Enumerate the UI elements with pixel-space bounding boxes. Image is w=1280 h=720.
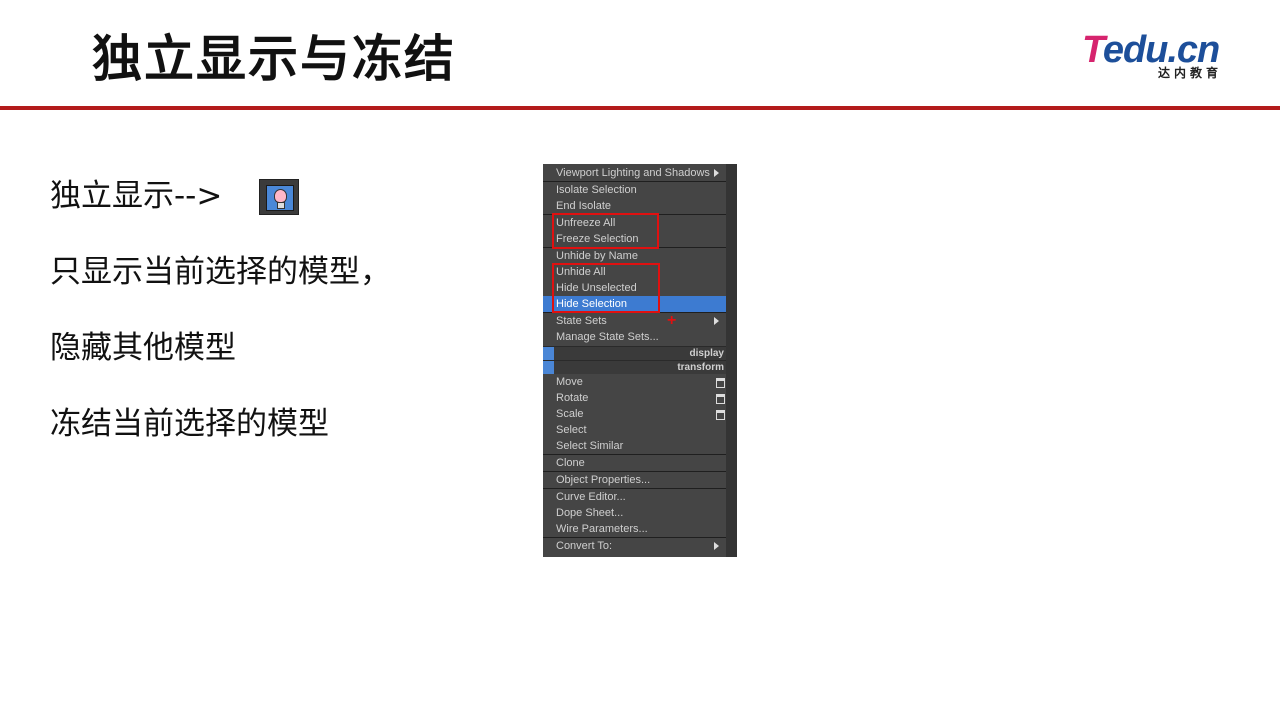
logo-subtitle: 达内教育 — [1158, 66, 1223, 80]
body-line-show-selected: 只显示当前选择的模型， — [50, 254, 391, 290]
menu-item-isolate-selection[interactable]: Isolate Selection — [543, 182, 726, 198]
menu-item-manage-state-sets[interactable]: Manage State Sets... — [543, 329, 726, 345]
slide-title: 独立显示与冻结 — [92, 30, 456, 88]
freeze-annotation-box — [552, 213, 659, 249]
menu-item-select-similar[interactable]: Select Similar — [543, 438, 726, 454]
options-box-icon[interactable] — [716, 410, 725, 420]
options-box-icon[interactable] — [716, 378, 725, 388]
quadrant-label-transform: transform — [543, 360, 726, 374]
body-line-freeze: 冻结当前选择的模型 — [50, 406, 329, 442]
body-line-hide-others: 隐藏其他模型 — [50, 330, 236, 366]
title-divider — [0, 106, 1280, 110]
menu-item-convert-to[interactable]: Convert To: — [543, 538, 726, 554]
menu-item-dope-sheet[interactable]: Dope Sheet... — [543, 505, 726, 521]
quad-menu: Viewport Lighting and Shadows Isolate Se… — [543, 164, 737, 557]
menu-item-end-isolate[interactable]: End Isolate — [543, 198, 726, 214]
quad-menu-side-strip — [726, 164, 737, 557]
menu-item-select[interactable]: Select — [543, 422, 726, 438]
menu-item-unhide-by-name[interactable]: Unhide by Name — [543, 248, 726, 264]
isolate-selection-icon — [259, 179, 299, 215]
options-box-icon[interactable] — [716, 394, 725, 404]
body-line-isolate: 独立显示--> — [50, 178, 223, 214]
submenu-arrow-icon — [714, 169, 719, 177]
menu-item-curve-editor[interactable]: Curve Editor... — [543, 489, 726, 505]
menu-item-wire-parameters[interactable]: Wire Parameters... — [543, 521, 726, 537]
menu-item-clone[interactable]: Clone — [543, 455, 726, 471]
menu-item-object-properties[interactable]: Object Properties... — [543, 472, 726, 488]
quadrant-label-display: display — [543, 346, 726, 360]
hide-annotation-box — [552, 263, 660, 313]
submenu-arrow-icon — [714, 542, 719, 550]
menu-item-scale[interactable]: Scale — [543, 406, 726, 422]
menu-item-state-sets[interactable]: State Sets — [543, 313, 726, 329]
cursor-crosshair-icon: + — [667, 312, 677, 329]
menu-item-move[interactable]: Move — [543, 374, 726, 390]
menu-item-rotate[interactable]: Rotate — [543, 390, 726, 406]
tedu-logo: Tedu.cn 达内教育 — [1082, 30, 1242, 86]
menu-item-viewport-lighting[interactable]: Viewport Lighting and Shadows — [543, 165, 726, 181]
submenu-arrow-icon — [714, 317, 719, 325]
logo-wordmark: Tedu.cn — [1082, 29, 1220, 71]
